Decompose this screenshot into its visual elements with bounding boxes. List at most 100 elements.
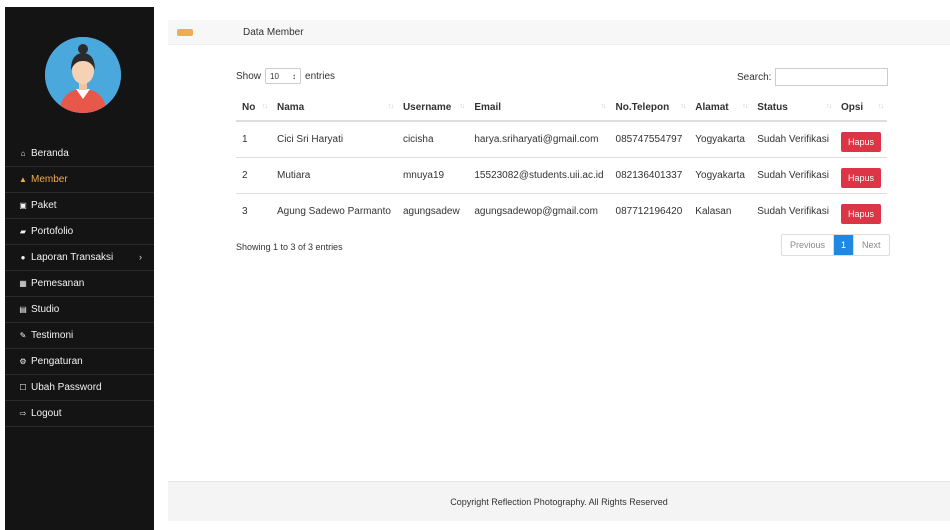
table-row: 3 Agung Sadewo Parmanto agungsadew agungsad…	[236, 192, 887, 229]
book-icon: ▰	[19, 227, 27, 236]
sort-icon: ↑↓	[878, 103, 884, 110]
cell-nama: Agung Sadewo Parmanto	[270, 192, 397, 229]
logout-icon: ⇨	[19, 409, 27, 418]
table-row: 1 Cici Sri Haryati cicisha harya.sriharyati…	[236, 121, 887, 157]
cell-email: agungsadewop@gmail.com	[468, 192, 610, 229]
cell-opsi: Hapus	[834, 192, 887, 229]
column-header-label: No.Telepon	[615, 101, 670, 113]
previous-page-button[interactable]: Previous	[782, 235, 835, 255]
entries-label: entries	[305, 70, 336, 82]
column-header-status[interactable]: Status ↑↓	[751, 94, 835, 122]
page-title: Data Member	[243, 27, 304, 38]
sidebar-item-logout[interactable]: ⇨ Logout	[5, 401, 154, 427]
sidebar-item-label: Paket	[31, 200, 57, 211]
table-info: Showing 1 to 3 of 3 entries	[236, 242, 343, 252]
pagination: Previous 1 Next	[781, 234, 890, 256]
sidebar-item-pengaturan[interactable]: ⚙ Pengaturan	[5, 349, 154, 375]
copyright-text: Copyright Reflection Photography. All Ri…	[450, 496, 668, 507]
column-header-alamat[interactable]: Alamat ↑↓	[689, 94, 752, 122]
edit-icon: ☐	[19, 383, 27, 392]
column-header-opsi[interactable]: Opsi ↑↓	[834, 94, 887, 122]
table-header-row: No ↑↓ Nama ↑↓ Username ↑↓ Email ↑↓ No.Telepon ↑↓ A…	[236, 94, 887, 122]
cell-no: 3	[236, 192, 271, 229]
sidebar-item-beranda[interactable]: ⌂ Beranda	[5, 141, 154, 167]
cell-telepon: 082136401337	[609, 156, 690, 193]
cell-email: 15523082@students.uii.ac.id	[468, 156, 610, 193]
entries-select-value: 10	[270, 71, 279, 81]
cell-telepon: 087712196420	[609, 192, 690, 229]
chevron-right-icon: ›	[139, 252, 142, 262]
column-header-label: No	[242, 101, 256, 113]
sidebar-item-label: Pengaturan	[31, 356, 83, 367]
cell-email: harya.sriharyati@gmail.com	[474, 133, 599, 145]
cell-no: 1	[242, 133, 248, 145]
sidebar-item-label: Studio	[31, 304, 60, 315]
page-1-button[interactable]: 1	[834, 235, 854, 255]
sidebar-item-pemesanan[interactable]: ▦ Pemesanan	[5, 271, 154, 297]
column-header-label: Opsi	[840, 101, 864, 113]
sort-icon: ↑↓	[459, 103, 465, 110]
globe-icon: ●	[20, 253, 26, 262]
column-header-label: Status	[757, 101, 788, 113]
cell-alamat: Kalasan	[689, 192, 752, 229]
table-search: Search:	[737, 68, 889, 86]
column-header-no-telepon[interactable]: No.Telepon ↑↓	[609, 94, 690, 122]
gear-icon: ⚙	[19, 357, 27, 366]
sidebar-item-studio[interactable]: ▤ Studio	[5, 297, 154, 323]
column-header-label: Nama	[276, 101, 305, 113]
cell-alamat: Yogyakarta	[695, 133, 745, 145]
cell-status: Sudah Verifikasi	[757, 133, 829, 145]
column-header-no[interactable]: No ↑↓	[236, 94, 271, 122]
sidebar-item-label: Logout	[31, 408, 62, 419]
sort-icon: ↑↓	[261, 103, 268, 110]
delete-button[interactable]: Hapus	[840, 132, 881, 153]
entries-length-control: Show 10 ↕ entries	[236, 68, 335, 84]
sidebar: ⌂ Beranda ▲ Member ▣ Paket ▰ Portofolio ● Laporan…	[5, 7, 154, 530]
column-header-username[interactable]: Username ↑↓	[396, 94, 469, 122]
table-row: 2 Mutiara mnuya19 15523082@students.uii.ac.…	[236, 156, 887, 193]
sidebar-item-paket[interactable]: ▣ Paket	[5, 193, 154, 219]
column-header-label: Username	[402, 101, 452, 113]
pencil-icon: ✎	[19, 331, 27, 340]
calendar-icon: ▦	[19, 279, 27, 288]
sidebar-item-testimoni[interactable]: ✎ Testimoni	[5, 323, 154, 349]
sidebar-item-label: Testimoni	[31, 330, 74, 341]
cell-username: cicisha	[402, 133, 434, 145]
cell-status: Sudah Verifikasi	[751, 156, 835, 193]
sort-icon: ↑↓	[600, 103, 607, 110]
home-icon: ⌂	[20, 149, 26, 158]
delete-button[interactable]: Hapus	[840, 204, 881, 225]
sidebar-item-label: Ubah Password	[31, 382, 102, 393]
sidebar-item-label: Member	[31, 174, 68, 185]
sort-icon: ↑↓	[387, 103, 394, 110]
sidebar-item-member[interactable]: ▲ Member	[5, 167, 154, 193]
sidebar-item-label: Beranda	[31, 148, 69, 159]
film-icon: ▤	[19, 305, 27, 314]
cell-alamat: Yogyakarta	[689, 156, 752, 193]
member-table: No ↑↓ Nama ↑↓ Username ↑↓ Email ↑↓ No.Telepon ↑↓ A…	[236, 94, 887, 229]
cell-username: mnuya19	[396, 156, 469, 193]
sidebar-item-label: Portofolio	[31, 226, 74, 237]
column-header-label: Email	[474, 101, 502, 113]
sidebar-item-laporan-transaksi[interactable]: ● Laporan Transaksi ›	[5, 245, 154, 271]
image-icon: ▣	[19, 201, 27, 210]
cell-opsi: Hapus	[834, 156, 887, 193]
column-header-label: Alamat	[695, 101, 729, 113]
delete-button[interactable]: Hapus	[840, 168, 881, 188]
sidebar-toggle-button[interactable]	[177, 29, 193, 36]
next-page-button[interactable]: Next	[853, 235, 889, 255]
cell-nama: Mutiara	[270, 156, 397, 193]
search-input[interactable]	[775, 68, 889, 86]
sidebar-item-label: Pemesanan	[31, 278, 85, 289]
select-arrow-icon: ↕	[292, 71, 297, 81]
search-label: Search:	[737, 71, 772, 83]
column-header-email[interactable]: Email ↑↓	[468, 94, 610, 122]
column-header-nama[interactable]: Nama ↑↓	[270, 94, 397, 122]
sidebar-item-portofolio[interactable]: ▰ Portofolio	[5, 219, 154, 245]
cell-opsi: Hapus	[835, 121, 887, 157]
table-body: 1 Cici Sri Haryati cicisha harya.sriharyati…	[236, 121, 887, 229]
sidebar-item-label: Laporan Transaksi	[31, 252, 114, 263]
sidebar-item-ubah-password[interactable]: ☐ Ubah Password	[5, 375, 154, 401]
entries-select[interactable]: 10 ↕	[265, 68, 302, 84]
user-icon: ▲	[19, 175, 27, 184]
